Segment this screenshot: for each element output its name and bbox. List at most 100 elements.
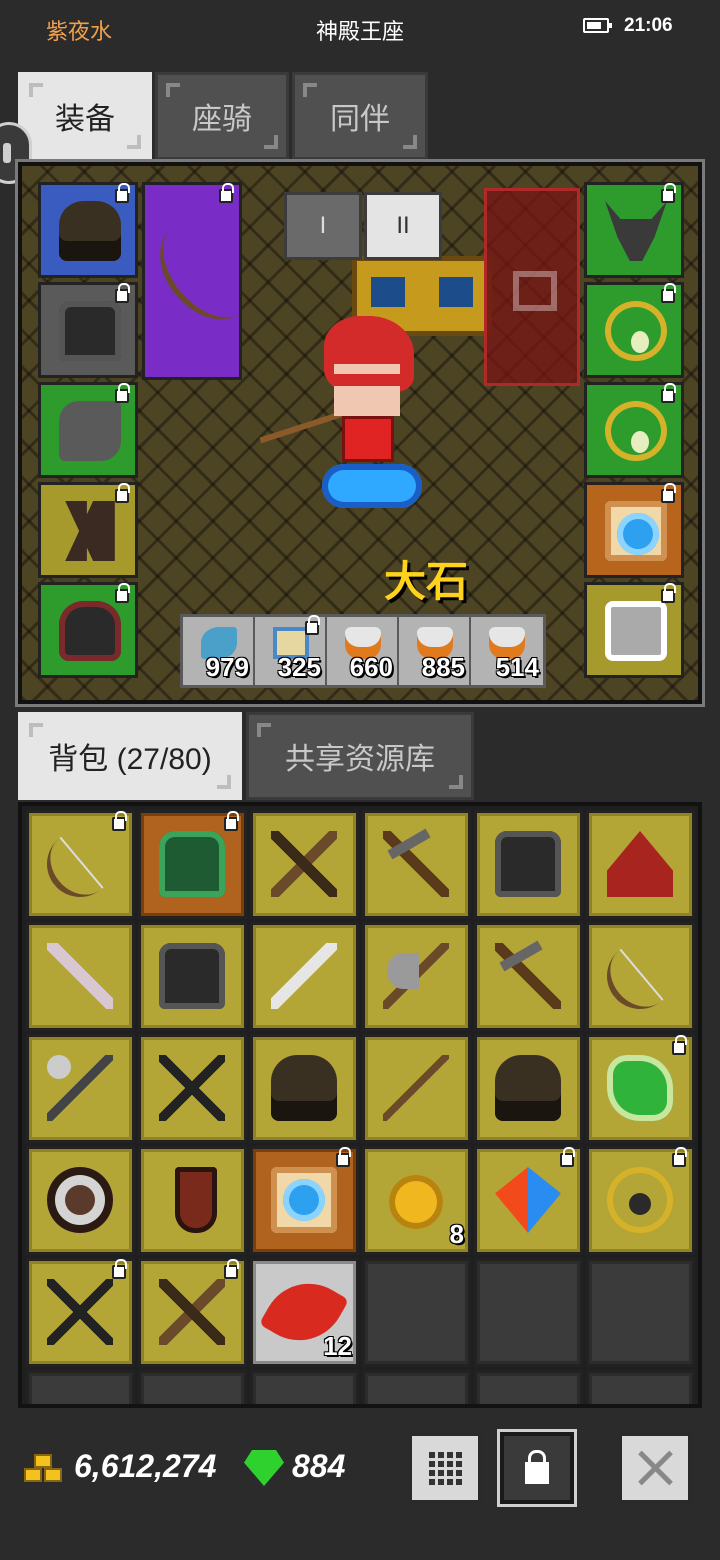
pet-cat-icon <box>605 601 667 661</box>
item-count: 514 <box>495 652 539 682</box>
tab-mount[interactable]: 座骑 <box>155 72 289 160</box>
equipment-scene: I II 大石 979 325 660 885 514 <box>15 159 705 707</box>
bow-icon <box>33 817 127 911</box>
tab-backpack[interactable]: 背包 (27/80) <box>18 712 242 800</box>
bow-icon <box>593 929 687 1023</box>
consumable-slot[interactable]: 885 <box>399 617 471 685</box>
inventory-slot-empty[interactable] <box>362 1258 471 1367</box>
inventory-slot[interactable] <box>138 810 247 919</box>
tab-companion[interactable]: 同伴 <box>292 72 428 160</box>
inventory-slot-empty[interactable] <box>138 1370 247 1404</box>
inventory-slot[interactable]: 8 <box>362 1146 471 1255</box>
item-count: 885 <box>421 652 465 682</box>
equip-slot-gloves[interactable] <box>38 382 138 478</box>
grid-icon <box>428 1451 462 1485</box>
page-toggle-1[interactable]: I <box>284 192 362 260</box>
pickaxe-icon <box>495 943 561 1009</box>
inventory-slot[interactable]: 12 <box>250 1258 359 1367</box>
inventory-slot-empty[interactable] <box>250 1370 359 1404</box>
equip-slot-armor[interactable] <box>38 282 138 378</box>
inventory-slot[interactable] <box>138 1258 247 1367</box>
inventory-slot[interactable] <box>250 1034 359 1143</box>
hood-icon <box>271 1055 337 1121</box>
inventory-slot[interactable] <box>474 922 583 1031</box>
inventory-slot[interactable] <box>474 1146 583 1255</box>
battery-icon <box>583 18 612 33</box>
lock-icon <box>115 283 130 303</box>
round-shield-icon <box>47 1167 113 1233</box>
hood-helmet-icon <box>59 201 121 261</box>
consumable-slot[interactable]: 325 <box>255 615 327 685</box>
equip-slot-boots[interactable] <box>38 582 138 678</box>
inventory-slot[interactable] <box>138 1034 247 1143</box>
diamond-icon <box>244 1450 284 1486</box>
inventory-slot[interactable] <box>250 810 359 919</box>
inventory-slot[interactable] <box>250 1146 359 1255</box>
inventory-slot[interactable] <box>474 810 583 919</box>
tab-equipment[interactable]: 装备 <box>18 72 152 160</box>
crossbow-icon <box>271 831 337 897</box>
inventory-slot-empty[interactable] <box>474 1258 583 1367</box>
inventory-slot[interactable] <box>138 1146 247 1255</box>
inventory-slot[interactable] <box>26 922 135 1031</box>
lock-icon <box>661 183 676 203</box>
crossed-spears-icon <box>159 1055 225 1121</box>
equip-slot-pet[interactable] <box>584 582 684 678</box>
inventory-slot[interactable] <box>26 1146 135 1255</box>
consumable-slot[interactable]: 514 <box>471 617 543 685</box>
inventory-panel: 8 12 <box>18 802 702 1408</box>
equip-slot-helmet[interactable] <box>38 182 138 278</box>
sword-icon <box>271 943 337 1009</box>
lock-mode-button[interactable] <box>500 1432 574 1504</box>
tab-shared-storage[interactable]: 共享资源库 <box>246 712 474 800</box>
inventory-slot-empty[interactable] <box>26 1370 135 1404</box>
inventory-slot-empty[interactable] <box>362 1370 471 1404</box>
page-toggle-2[interactable]: II <box>364 192 442 260</box>
lock-icon <box>224 811 239 831</box>
equip-slot-head-accessory[interactable] <box>584 182 684 278</box>
consumable-slot[interactable]: 979 <box>183 617 255 685</box>
lock-icon <box>336 1147 351 1167</box>
crossbow-icon <box>159 1279 225 1345</box>
tab-backpack-label: 背包 (27/80) <box>48 743 212 776</box>
equip-slot-legs[interactable] <box>38 482 138 578</box>
close-icon <box>637 1450 673 1486</box>
lock-icon <box>661 283 676 303</box>
inventory-slot-empty[interactable] <box>586 1258 695 1367</box>
axe-icon <box>383 943 449 1009</box>
inventory-slot[interactable] <box>586 922 695 1031</box>
inventory-slot[interactable] <box>474 1034 583 1143</box>
equip-slot-scroll[interactable] <box>584 482 684 578</box>
inventory-slot-empty[interactable] <box>586 1370 695 1404</box>
inventory-slot-empty[interactable] <box>474 1370 583 1404</box>
green-scroll-icon <box>607 1055 673 1121</box>
lock-icon <box>672 1147 687 1167</box>
red-helmet-icon <box>607 831 673 897</box>
inventory-slot[interactable] <box>26 810 135 919</box>
inventory-slot[interactable] <box>362 922 471 1031</box>
inventory-slot[interactable] <box>362 810 471 919</box>
inventory-slot[interactable] <box>26 1258 135 1367</box>
lock-icon <box>115 583 130 603</box>
inventory-slot[interactable] <box>138 922 247 1031</box>
inventory-slot[interactable] <box>362 1034 471 1143</box>
location-title: 神殿王座 <box>315 19 404 44</box>
amulet-icon <box>607 1167 673 1233</box>
gold-amount: 6,612,274 <box>74 1448 217 1484</box>
close-button[interactable] <box>618 1432 692 1504</box>
status-bar: 紫夜水 神殿王座 21:06 <box>0 0 720 56</box>
inventory-slot[interactable] <box>250 922 359 1031</box>
inventory-slot[interactable] <box>586 1034 695 1143</box>
empty-slot-banner[interactable] <box>484 188 580 386</box>
dagger-icon <box>47 943 113 1009</box>
lock-icon <box>115 383 130 403</box>
consumable-slot[interactable]: 660 <box>327 617 399 685</box>
character-sprite <box>259 316 442 526</box>
equip-slot-ring-1[interactable] <box>584 282 684 378</box>
inventory-slot[interactable] <box>26 1034 135 1143</box>
equip-slot-ring-2[interactable] <box>584 382 684 478</box>
inventory-slot[interactable] <box>586 810 695 919</box>
inventory-slot[interactable] <box>586 1146 695 1255</box>
sort-grid-button[interactable] <box>408 1432 482 1504</box>
equip-slot-weapon[interactable] <box>141 182 273 380</box>
